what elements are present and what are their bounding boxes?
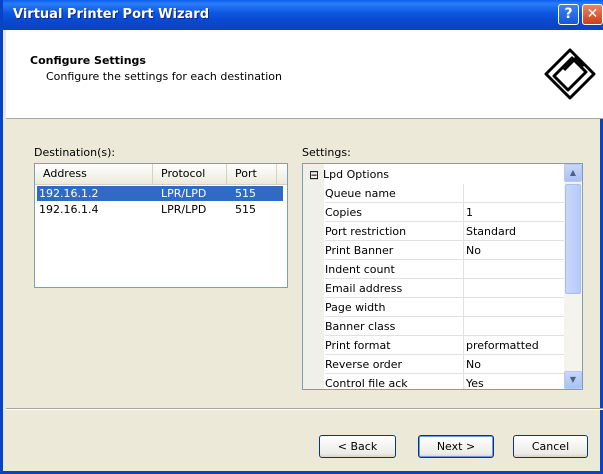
property-value[interactable]: [464, 298, 564, 317]
scroll-up-icon[interactable]: ▲: [564, 164, 582, 182]
protocol-cell: LPR/LPD: [161, 203, 207, 216]
property-row[interactable]: Control file ack Yes: [303, 374, 564, 389]
printer-setup-icon: [544, 48, 596, 100]
title-bar: Virtual Printer Port Wizard ? ✕: [3, 0, 603, 30]
address-cell: 192.16.1.4: [39, 203, 99, 216]
scroll-down-icon[interactable]: ▼: [564, 371, 582, 389]
property-value[interactable]: 1: [464, 203, 564, 222]
list-header: Address Protocol Port: [35, 164, 287, 185]
wizard-header: Configure Settings Configure the setting…: [6, 30, 603, 119]
property-name: Reverse order: [325, 355, 464, 374]
property-name: Banner class: [325, 317, 464, 336]
property-row[interactable]: Reverse order No: [303, 355, 564, 374]
wizard-window: Virtual Printer Port Wizard ? ✕ Configur…: [0, 0, 603, 474]
property-name: Email address: [325, 279, 464, 298]
category-lpd-options[interactable]: ⊟ Lpd Options: [303, 166, 564, 184]
address-cell: 192.16.1.2: [39, 187, 99, 200]
port-cell: 515: [235, 203, 256, 216]
property-row[interactable]: Queue name: [303, 184, 564, 203]
close-button[interactable]: ✕: [582, 4, 603, 25]
property-row[interactable]: Print format preformatted: [303, 336, 564, 355]
destinations-list[interactable]: Address Protocol Port 192.16.1.2 LPR/LPD…: [34, 163, 288, 288]
property-row[interactable]: Port restriction Standard: [303, 222, 564, 241]
page-subtitle: Configure the settings for each destinat…: [46, 70, 283, 83]
settings-property-grid[interactable]: ⊟ Lpd Options Queue name Copies 1 Port r…: [302, 163, 583, 390]
property-value[interactable]: [464, 317, 564, 336]
property-name: Indent count: [325, 260, 464, 279]
category-label: Lpd Options: [323, 168, 390, 181]
property-value[interactable]: Yes: [464, 374, 564, 389]
page-title: Configure Settings: [30, 54, 146, 67]
property-row[interactable]: Banner class: [303, 317, 564, 336]
column-header-address[interactable]: Address: [35, 164, 153, 184]
property-value[interactable]: [464, 279, 564, 298]
property-row[interactable]: Email address: [303, 279, 564, 298]
destination-row[interactable]: 192.16.1.4 LPR/LPD 515: [37, 202, 283, 217]
property-name: Control file ack: [325, 374, 464, 389]
footer-divider: [6, 408, 603, 410]
property-name: Page width: [325, 298, 464, 317]
destination-row[interactable]: 192.16.1.2 LPR/LPD 515: [37, 186, 283, 201]
property-value[interactable]: No: [464, 355, 564, 374]
settings-scrollbar[interactable]: ▲ ▼: [564, 164, 582, 389]
property-row[interactable]: Copies 1: [303, 203, 564, 222]
property-row[interactable]: Indent count: [303, 260, 564, 279]
property-value[interactable]: [464, 184, 564, 203]
cancel-button[interactable]: Cancel: [513, 435, 588, 458]
property-row[interactable]: Print Banner No: [303, 241, 564, 260]
property-value[interactable]: preformatted: [464, 336, 564, 355]
column-header-port[interactable]: Port: [227, 164, 277, 184]
property-value[interactable]: Standard: [464, 222, 564, 241]
help-button[interactable]: ?: [558, 4, 579, 25]
property-row[interactable]: Page width: [303, 298, 564, 317]
property-name: Queue name: [325, 184, 464, 203]
property-value[interactable]: No: [464, 241, 564, 260]
column-header-protocol[interactable]: Protocol: [153, 164, 227, 184]
back-button[interactable]: < Back: [319, 435, 396, 458]
property-name: Port restriction: [325, 222, 464, 241]
property-name: Copies: [325, 203, 464, 222]
property-name: Print format: [325, 336, 464, 355]
property-name: Print Banner: [325, 241, 464, 260]
destinations-label: Destination(s):: [34, 146, 116, 159]
protocol-cell: LPR/LPD: [161, 187, 207, 200]
property-value[interactable]: [464, 260, 564, 279]
scrollbar-thumb[interactable]: [565, 184, 581, 294]
next-button[interactable]: Next >: [418, 435, 494, 458]
window-title: Virtual Printer Port Wizard: [13, 7, 210, 22]
collapse-icon[interactable]: ⊟: [309, 166, 319, 184]
port-cell: 515: [235, 187, 256, 200]
settings-label: Settings:: [302, 146, 351, 159]
